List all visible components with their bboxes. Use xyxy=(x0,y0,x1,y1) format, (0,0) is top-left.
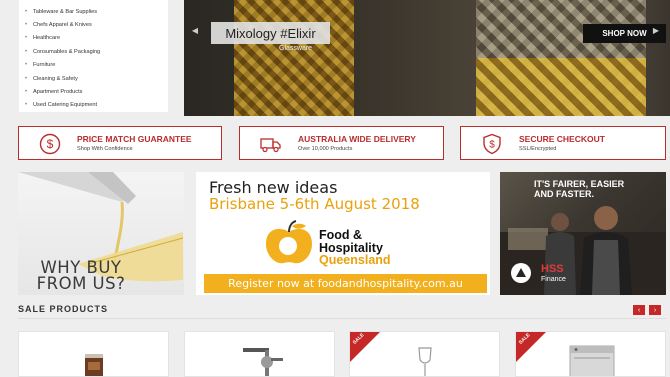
register-button[interactable]: Register now at foodandhospitality.com.a… xyxy=(204,274,487,293)
svg-text:$: $ xyxy=(489,140,495,151)
feature-delivery[interactable]: AUSTRALIA WIDE DELIVERY Over 10,000 Prod… xyxy=(239,126,444,160)
category-healthcare[interactable]: • Healthcare xyxy=(19,32,168,45)
fh-brand: Food & Hospitality Queensland xyxy=(319,229,391,267)
hss-tag-line1: IT'S FAIRER, EASIER xyxy=(534,179,625,189)
bullet-icon: • xyxy=(24,35,28,42)
bottle-image xyxy=(234,0,354,116)
bullet-icon: • xyxy=(24,62,28,69)
bullet-icon: • xyxy=(24,48,28,55)
category-label: Cleaning & Safety xyxy=(33,75,78,82)
why-buy-heading: WHY BUY FROM US? xyxy=(26,259,136,293)
category-label: Consumables & Packaging xyxy=(33,48,101,55)
hero-subcaption: Glassware xyxy=(279,45,313,52)
hss-tagline: IT'S FAIRER, EASIER AND FASTER. xyxy=(534,179,624,199)
hero-caption: Mixology #Elixir xyxy=(211,22,330,44)
feature-subtitle: Shop With Confidence xyxy=(77,146,133,152)
divider xyxy=(18,318,666,319)
category-used-equipment[interactable]: • Used Catering Equipment xyxy=(19,99,168,112)
sale-next-button[interactable]: › xyxy=(649,305,661,315)
hss-brand-sub: Finance xyxy=(541,276,566,283)
promo-hss-finance[interactable]: IT'S FAIRER, EASIER AND FASTER. HSS Fina… xyxy=(500,172,666,295)
dollar-circle-icon: $ xyxy=(39,133,61,155)
category-sidebar: • Tableware & Bar Supplies • Chefs Apparel… xyxy=(19,0,168,112)
category-cleaning[interactable]: • Cleaning & Safety xyxy=(19,72,168,85)
product-card[interactable]: SALE xyxy=(515,331,666,377)
category-tableware[interactable]: • Tableware & Bar Supplies xyxy=(19,5,168,18)
category-consumables[interactable]: • Consumables & Packaging xyxy=(19,45,168,58)
why-line2: FROM US? xyxy=(36,274,126,293)
feature-subtitle: SSL/Encrypted xyxy=(519,146,557,152)
sale-products-title: SALE PRODUCTS xyxy=(18,304,109,314)
product-card[interactable] xyxy=(184,331,335,377)
feature-price-match[interactable]: $ PRICE MATCH GUARANTEE Shop With Confid… xyxy=(18,126,222,160)
product-card[interactable] xyxy=(18,331,169,377)
bullet-icon: • xyxy=(24,89,28,96)
product-card[interactable]: SALE xyxy=(349,331,500,377)
category-label: Tableware & Bar Supplies xyxy=(33,8,98,15)
category-label: Used Catering Equipment xyxy=(33,102,98,109)
bullet-icon: • xyxy=(24,8,28,15)
hero-banner[interactable] xyxy=(184,0,670,116)
feature-title: PRICE MATCH GUARANTEE xyxy=(77,134,192,144)
bullet-icon: • xyxy=(24,102,28,109)
fh-brand-line1: Food & xyxy=(319,228,363,242)
bottle-image xyxy=(476,0,646,116)
apple-logo-icon xyxy=(266,220,312,264)
promo-food-hospitality[interactable]: Fresh new ideas Brisbane 5-6th August 20… xyxy=(196,172,490,295)
can-opener-icon xyxy=(243,348,283,376)
fh-event: Brisbane 5-6th August 2018 xyxy=(209,195,420,213)
dishwasher-icon xyxy=(569,345,615,376)
sale-prev-button[interactable]: ‹ xyxy=(633,305,645,315)
bullet-icon: • xyxy=(24,22,28,29)
hss-logo-icon xyxy=(511,263,531,283)
feature-title: AUSTRALIA WIDE DELIVERY xyxy=(298,134,416,144)
category-apartment[interactable]: • Apartment Products xyxy=(19,85,168,98)
svg-text:$: $ xyxy=(47,137,54,151)
hss-tag-line2: AND FASTER. xyxy=(534,189,595,199)
wine-glass-icon xyxy=(418,347,432,376)
truck-icon xyxy=(260,138,281,153)
category-chefs-apparel[interactable]: • Chefs Apparel & Knives xyxy=(19,18,168,31)
fh-brand-line3: Queensland xyxy=(319,253,391,267)
jar-icon xyxy=(85,354,103,376)
hero-prev-icon[interactable]: ◀ xyxy=(189,23,201,37)
category-label: Chefs Apparel & Knives xyxy=(33,22,92,29)
hero-next-icon[interactable]: ▶ xyxy=(650,23,662,37)
hss-brand: HSS xyxy=(541,263,564,275)
feature-secure-checkout[interactable]: $ SECURE CHECKOUT SSL/Encrypted xyxy=(460,126,666,160)
feature-subtitle: Over 10,000 Products xyxy=(298,146,353,152)
category-furniture[interactable]: • Furniture xyxy=(19,59,168,72)
shield-dollar-icon: $ xyxy=(483,133,501,155)
category-label: Apartment Products xyxy=(33,89,83,96)
feature-title: SECURE CHECKOUT xyxy=(519,134,605,144)
category-label: Healthcare xyxy=(33,35,61,42)
promo-why-buy[interactable]: WHY BUY FROM US? xyxy=(18,172,184,295)
category-label: Furniture xyxy=(33,62,56,69)
bullet-icon: • xyxy=(24,75,28,82)
